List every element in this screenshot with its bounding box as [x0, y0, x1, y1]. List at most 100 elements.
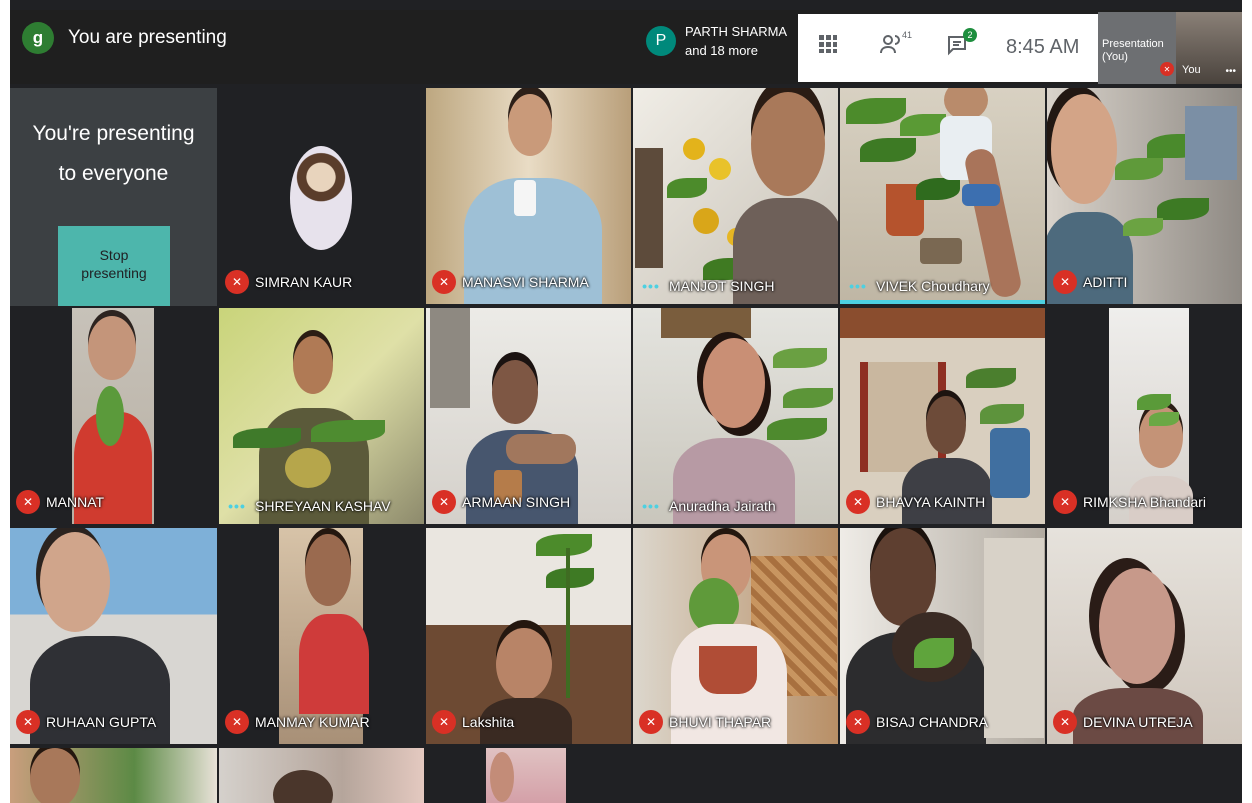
mic-off-icon: ✕ [225, 270, 249, 294]
video-feed [273, 770, 333, 803]
meet-app: g You are presenting P PARTH SHARMA and … [0, 0, 1252, 803]
owner-names: PARTH SHARMA and 18 more [685, 22, 787, 60]
presenting-chip: g You are presenting [22, 22, 227, 54]
more-dots-icon[interactable]: ••• [1225, 66, 1236, 77]
participant-name-row: ••• SHREYAAN KASHAV [225, 498, 391, 514]
active-speaker-indicator [840, 300, 1045, 304]
participant-name: MANJOT SINGH [669, 278, 775, 294]
participant-tile[interactable] [10, 748, 217, 803]
participant-name: BISAJ CHANDRA [876, 714, 989, 730]
participant-tile[interactable]: ✕ ARMAAN SINGH [426, 308, 631, 524]
participant-tile[interactable]: ✕ MANNAT [10, 308, 217, 524]
mic-off-icon: ✕ [432, 270, 456, 294]
participant-name-row: ✕ SIMRAN KAUR [225, 270, 352, 294]
participant-name-row: ✕ BHAVYA KAINTH [846, 490, 985, 514]
participant-tile[interactable] [219, 748, 424, 803]
self-presentation-label: Presentation (You) [1102, 38, 1164, 64]
presenter-avatar: g [22, 22, 54, 54]
participant-name-row: ••• MANJOT SINGH [639, 278, 775, 294]
participant-name: MANASVI SHARMA [462, 274, 589, 290]
self-label: You [1182, 64, 1201, 76]
self-presentation-line2: (You) [1102, 51, 1128, 63]
video-feed [486, 748, 566, 803]
mic-off-icon: ✕ [16, 710, 40, 734]
stop-button-line1: Stop [99, 247, 129, 263]
video-feed [30, 748, 80, 803]
people-count: 41 [901, 30, 912, 40]
mic-off-icon: ✕ [16, 490, 40, 514]
chat-badge: 2 [963, 28, 977, 42]
screen-border-right [1242, 0, 1252, 803]
mic-off-icon: ✕ [1160, 62, 1174, 76]
participant-name: RIMKSHA Bhandari [1083, 494, 1206, 510]
mic-off-icon: ✕ [1053, 270, 1077, 294]
participant-tile[interactable]: ••• Anuradha Jairath [633, 308, 838, 524]
participant-name: BHUVI THAPAR [669, 714, 772, 730]
audio-dots-icon: ••• [642, 278, 660, 294]
mic-off-icon: ✕ [225, 710, 249, 734]
presenting-message-line2: to everyone [58, 162, 169, 185]
mic-off-icon: ✕ [846, 490, 870, 514]
participant-tile[interactable]: ✕ BHUVI THAPAR [633, 528, 838, 744]
participant-tile[interactable]: ••• SHREYAAN KASHAV [219, 308, 424, 524]
audio-dots-icon: ••• [849, 278, 867, 294]
presenting-message: You're presenting to everyone [10, 114, 217, 194]
participant-tile[interactable]: ✕ MANASVI SHARMA [426, 88, 631, 304]
presenting-label: You are presenting [68, 27, 227, 48]
audio-dots-icon: ••• [642, 498, 660, 514]
participant-name: VIVEK Choudhary [876, 278, 990, 294]
participant-name: DEVINA UTREJA [1083, 714, 1193, 730]
participant-tile[interactable]: ✕ ADITTI [1047, 88, 1242, 304]
participant-name: RUHAAN GUPTA [46, 714, 157, 730]
participant-name: SIMRAN KAUR [255, 274, 353, 290]
participant-name-row: ✕ RUHAAN GUPTA [16, 710, 156, 734]
mic-off-icon: ✕ [1053, 710, 1077, 734]
participant-name-row: ✕ ARMAAN SINGH [432, 490, 570, 514]
participant-name-row: ✕ BHUVI THAPAR [639, 710, 771, 734]
mic-off-icon: ✕ [432, 490, 456, 514]
grid-icon[interactable] [818, 34, 838, 54]
participant-tile[interactable]: ✕ RIMKSHA Bhandari [1047, 308, 1242, 524]
video-feed [219, 308, 424, 524]
participant-tile[interactable]: ••• VIVEK Choudhary [840, 88, 1045, 304]
participant-tile[interactable]: ✕ DEVINA UTREJA [1047, 528, 1242, 744]
self-presentation-line1: Presentation [1102, 38, 1164, 50]
stop-button-line2: presenting [81, 265, 147, 281]
chat-icon[interactable]: 2 [946, 28, 977, 56]
stop-presenting-button[interactable]: Stop presenting [58, 226, 170, 306]
participant-name: ARMAAN SINGH [462, 494, 571, 510]
participant-name: MANMAY KUMAR [255, 714, 370, 730]
self-preview[interactable]: Presentation (You) ✕ You ••• [1098, 12, 1242, 84]
owner-avatar: P [646, 26, 676, 56]
participant-name-row: ✕ Lakshita [432, 710, 514, 734]
participant-name: SHREYAAN KASHAV [255, 498, 391, 514]
participant-name: Anuradha Jairath [669, 498, 776, 514]
participant-name: Lakshita [462, 714, 515, 730]
participant-tile[interactable]: ✕ RUHAAN GUPTA [10, 528, 217, 744]
participant-tile[interactable]: ••• MANJOT SINGH [633, 88, 838, 304]
participant-tile[interactable]: ✕ Lakshita [426, 528, 631, 744]
participant-tile[interactable]: ✕ MANMAY KUMAR [219, 528, 424, 744]
participant-name: BHAVYA KAINTH [876, 494, 986, 510]
meeting-controls: 41 2 8:45 AM [798, 14, 1098, 82]
participant-tile[interactable]: ✕ SIMRAN KAUR [219, 88, 424, 304]
participant-tile[interactable]: ✕ BISAJ CHANDRA [840, 528, 1045, 744]
participant-tile[interactable]: ✕ BHAVYA KAINTH [840, 308, 1045, 524]
people-icon[interactable]: 41 [880, 30, 912, 54]
video-feed [633, 308, 838, 524]
participant-name-row: ✕ ADITTI [1053, 270, 1127, 294]
screen-border-left [0, 0, 10, 803]
clock: 8:45 AM [1006, 36, 1080, 58]
mic-off-icon: ✕ [639, 710, 663, 734]
participant-name: MANNAT [46, 494, 105, 510]
presenting-panel: You're presenting to everyone Stop prese… [10, 88, 217, 306]
participant-name-row: ✕ MANASVI SHARMA [432, 270, 589, 294]
participant-name: ADITTI [1083, 274, 1128, 290]
participant-tile[interactable] [426, 748, 569, 803]
mic-off-icon: ✕ [846, 710, 870, 734]
participant-name-row: ✕ BISAJ CHANDRA [846, 710, 988, 734]
presentation-owner-chip[interactable]: P PARTH SHARMA and 18 more [646, 22, 787, 60]
mic-off-icon: ✕ [1053, 490, 1077, 514]
participant-name-row: ✕ MANNAT [16, 490, 104, 514]
participant-name-row: ••• VIVEK Choudhary [846, 278, 990, 294]
